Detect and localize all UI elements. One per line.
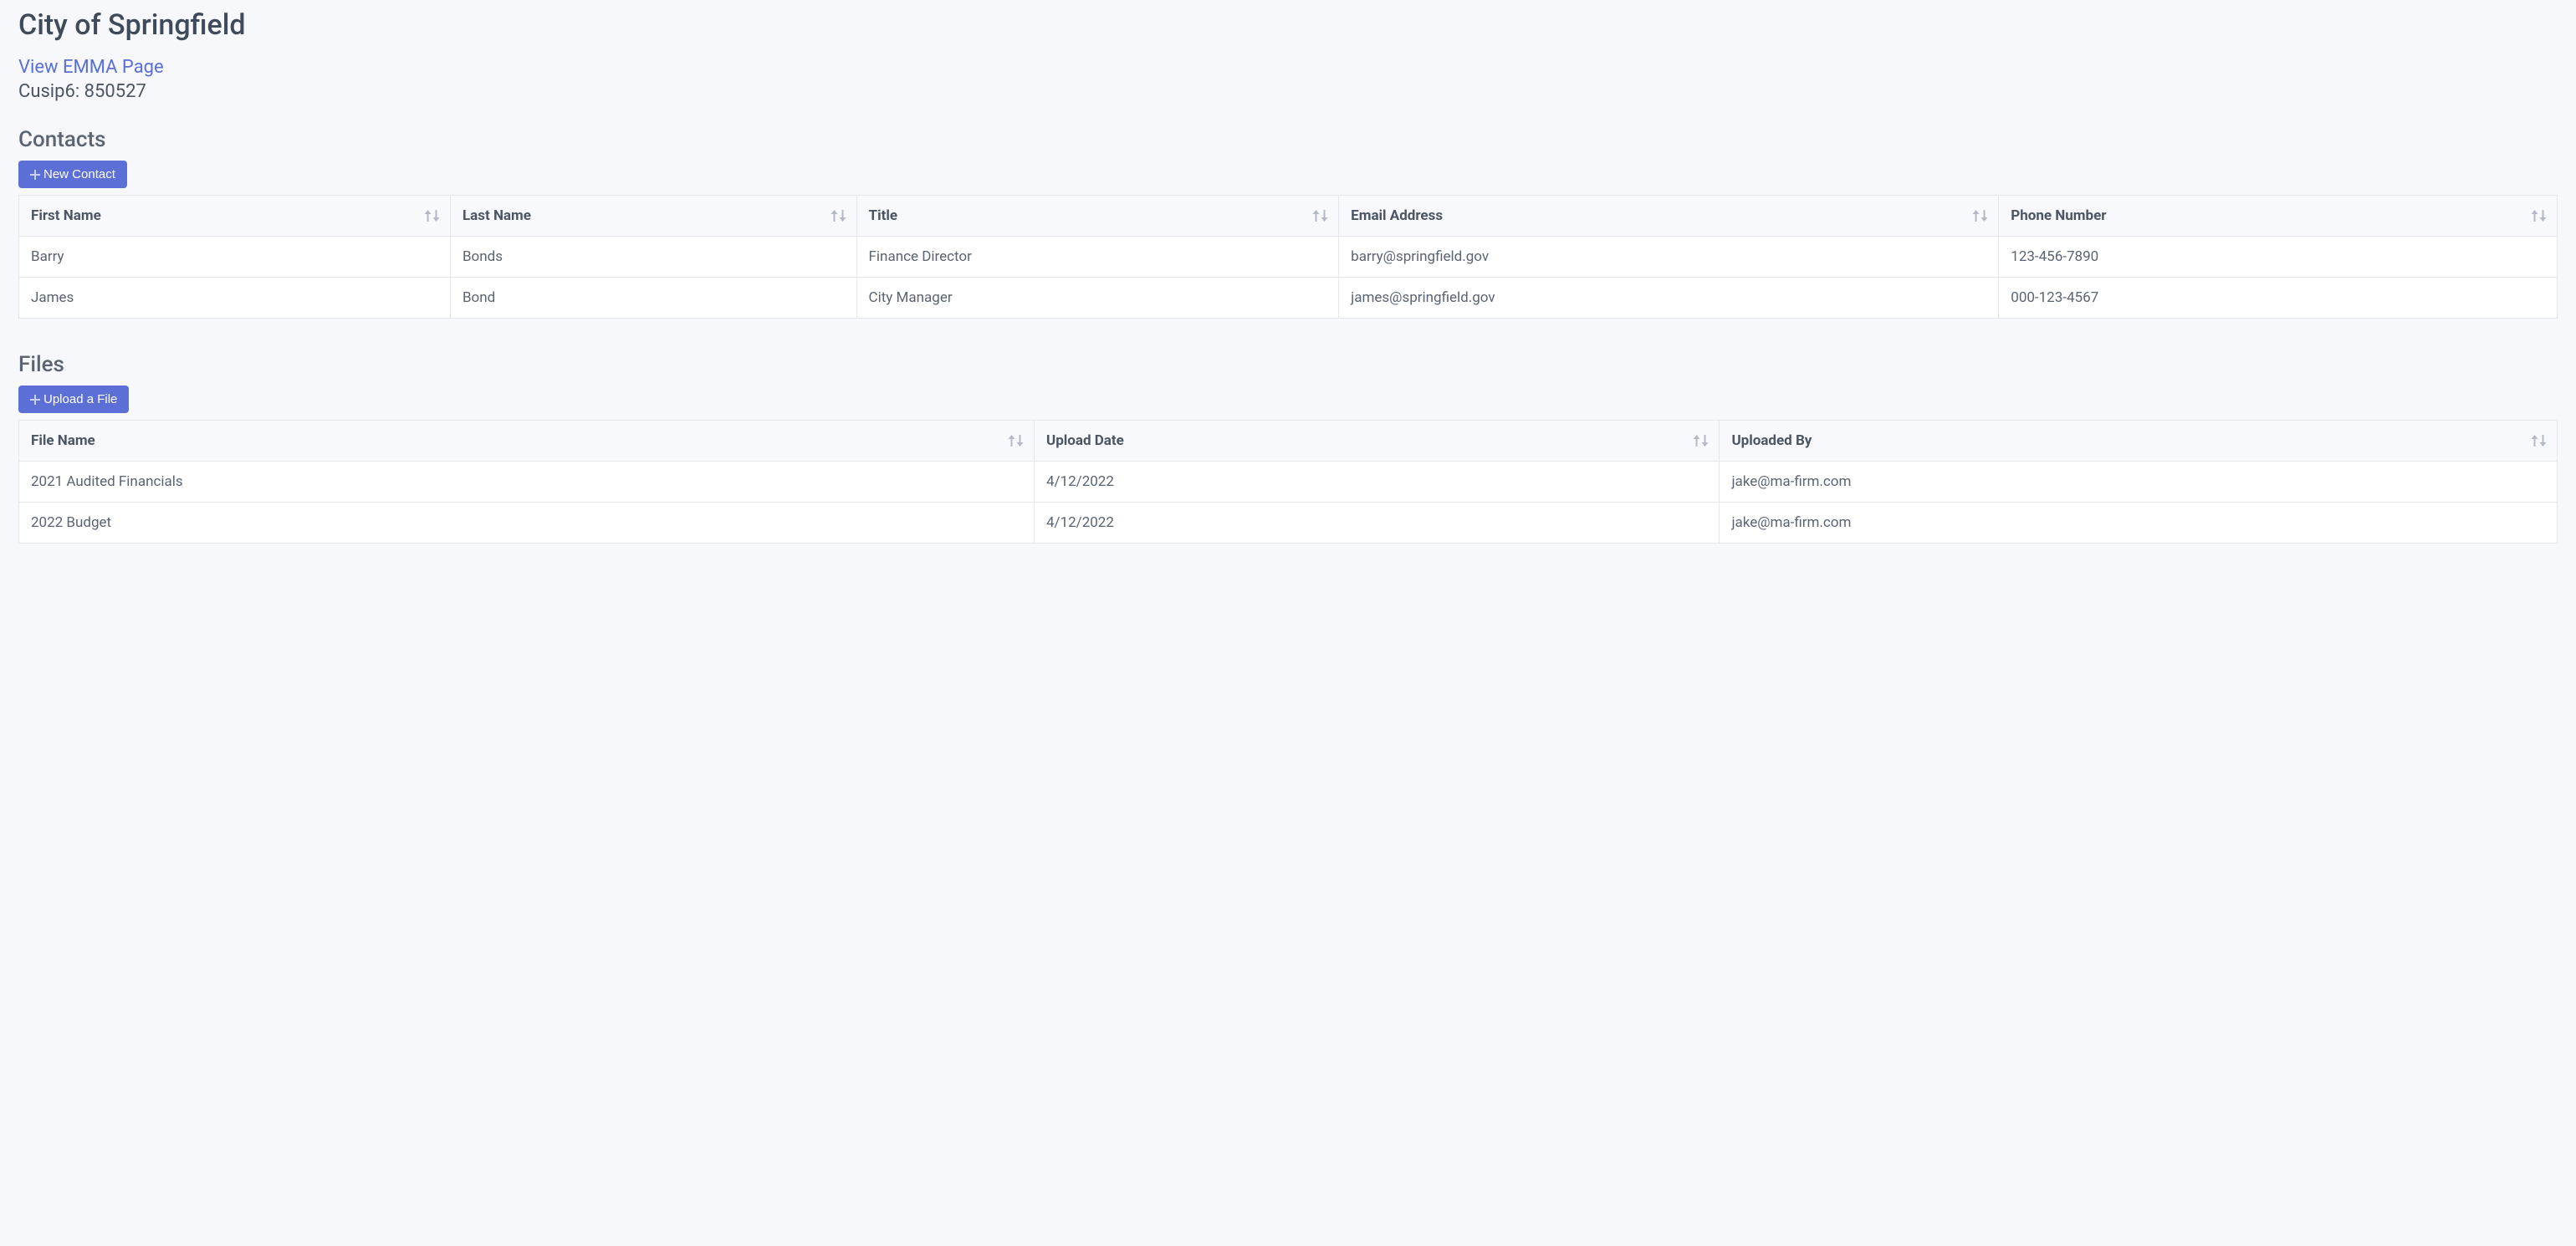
new-contact-button[interactable]: New Contact [18,161,127,188]
upload-file-button-label: Upload a File [43,392,117,406]
sort-icon [2531,210,2547,222]
table-row[interactable]: James Bond City Manager james@springfiel… [19,278,2558,319]
cell-file-name: 2022 Budget [19,503,1035,544]
table-row[interactable]: 2021 Audited Financials 4/12/2022 jake@m… [19,462,2558,503]
cell-email: barry@springfield.gov [1339,237,1999,278]
cell-upload-date: 4/12/2022 [1035,462,1720,503]
view-emma-link[interactable]: View EMMA Page [18,57,164,78]
cell-uploaded-by: jake@ma-firm.com [1720,503,2558,544]
col-uploaded-by[interactable]: Uploaded By [1720,421,2558,462]
sort-icon [1312,210,1328,222]
plus-icon [30,170,40,180]
cell-title: City Manager [856,278,1339,319]
files-heading: Files [18,352,2558,377]
col-upload-date[interactable]: Upload Date [1035,421,1720,462]
page-title: City of Springfield [18,8,2558,42]
col-last-name[interactable]: Last Name [450,196,856,237]
col-title[interactable]: Title [856,196,1339,237]
col-label: First Name [31,207,101,224]
col-label: Email Address [1351,207,1443,224]
col-label: File Name [31,432,95,449]
sort-icon [1008,435,1024,447]
cusip-label: Cusip6: 850527 [18,81,2558,102]
col-email[interactable]: Email Address [1339,196,1999,237]
cell-first: Barry [19,237,451,278]
sort-icon [1972,210,1988,222]
sort-icon [424,210,440,222]
contacts-heading: Contacts [18,127,2558,152]
cell-last: Bonds [450,237,856,278]
sort-icon [2531,435,2547,447]
sort-icon [831,210,846,222]
sort-icon [1693,435,1709,447]
cell-email: james@springfield.gov [1339,278,1999,319]
upload-file-button[interactable]: Upload a File [18,386,129,413]
col-file-name[interactable]: File Name [19,421,1035,462]
col-first-name[interactable]: First Name [19,196,451,237]
col-label: Phone Number [2011,207,2106,224]
contacts-section: Contacts New Contact First Name Last Nam… [18,127,2558,319]
cell-phone: 123-456-7890 [1999,237,2558,278]
files-section: Files Upload a File File Name Upload Dat… [18,352,2558,544]
cell-uploaded-by: jake@ma-firm.com [1720,462,2558,503]
col-label: Upload Date [1046,432,1124,449]
cell-title: Finance Director [856,237,1339,278]
cell-last: Bond [450,278,856,319]
col-phone[interactable]: Phone Number [1999,196,2558,237]
table-row[interactable]: 2022 Budget 4/12/2022 jake@ma-firm.com [19,503,2558,544]
cell-upload-date: 4/12/2022 [1035,503,1720,544]
cell-file-name: 2021 Audited Financials [19,462,1035,503]
files-table: File Name Upload Date Uploaded By [18,420,2558,544]
col-label: Uploaded By [1731,432,1812,449]
table-row[interactable]: Barry Bonds Finance Director barry@sprin… [19,237,2558,278]
new-contact-button-label: New Contact [43,167,115,181]
cell-first: James [19,278,451,319]
plus-icon [30,395,40,405]
col-label: Last Name [463,207,531,224]
col-label: Title [869,207,897,224]
cell-phone: 000-123-4567 [1999,278,2558,319]
contacts-table: First Name Last Name Title [18,195,2558,319]
